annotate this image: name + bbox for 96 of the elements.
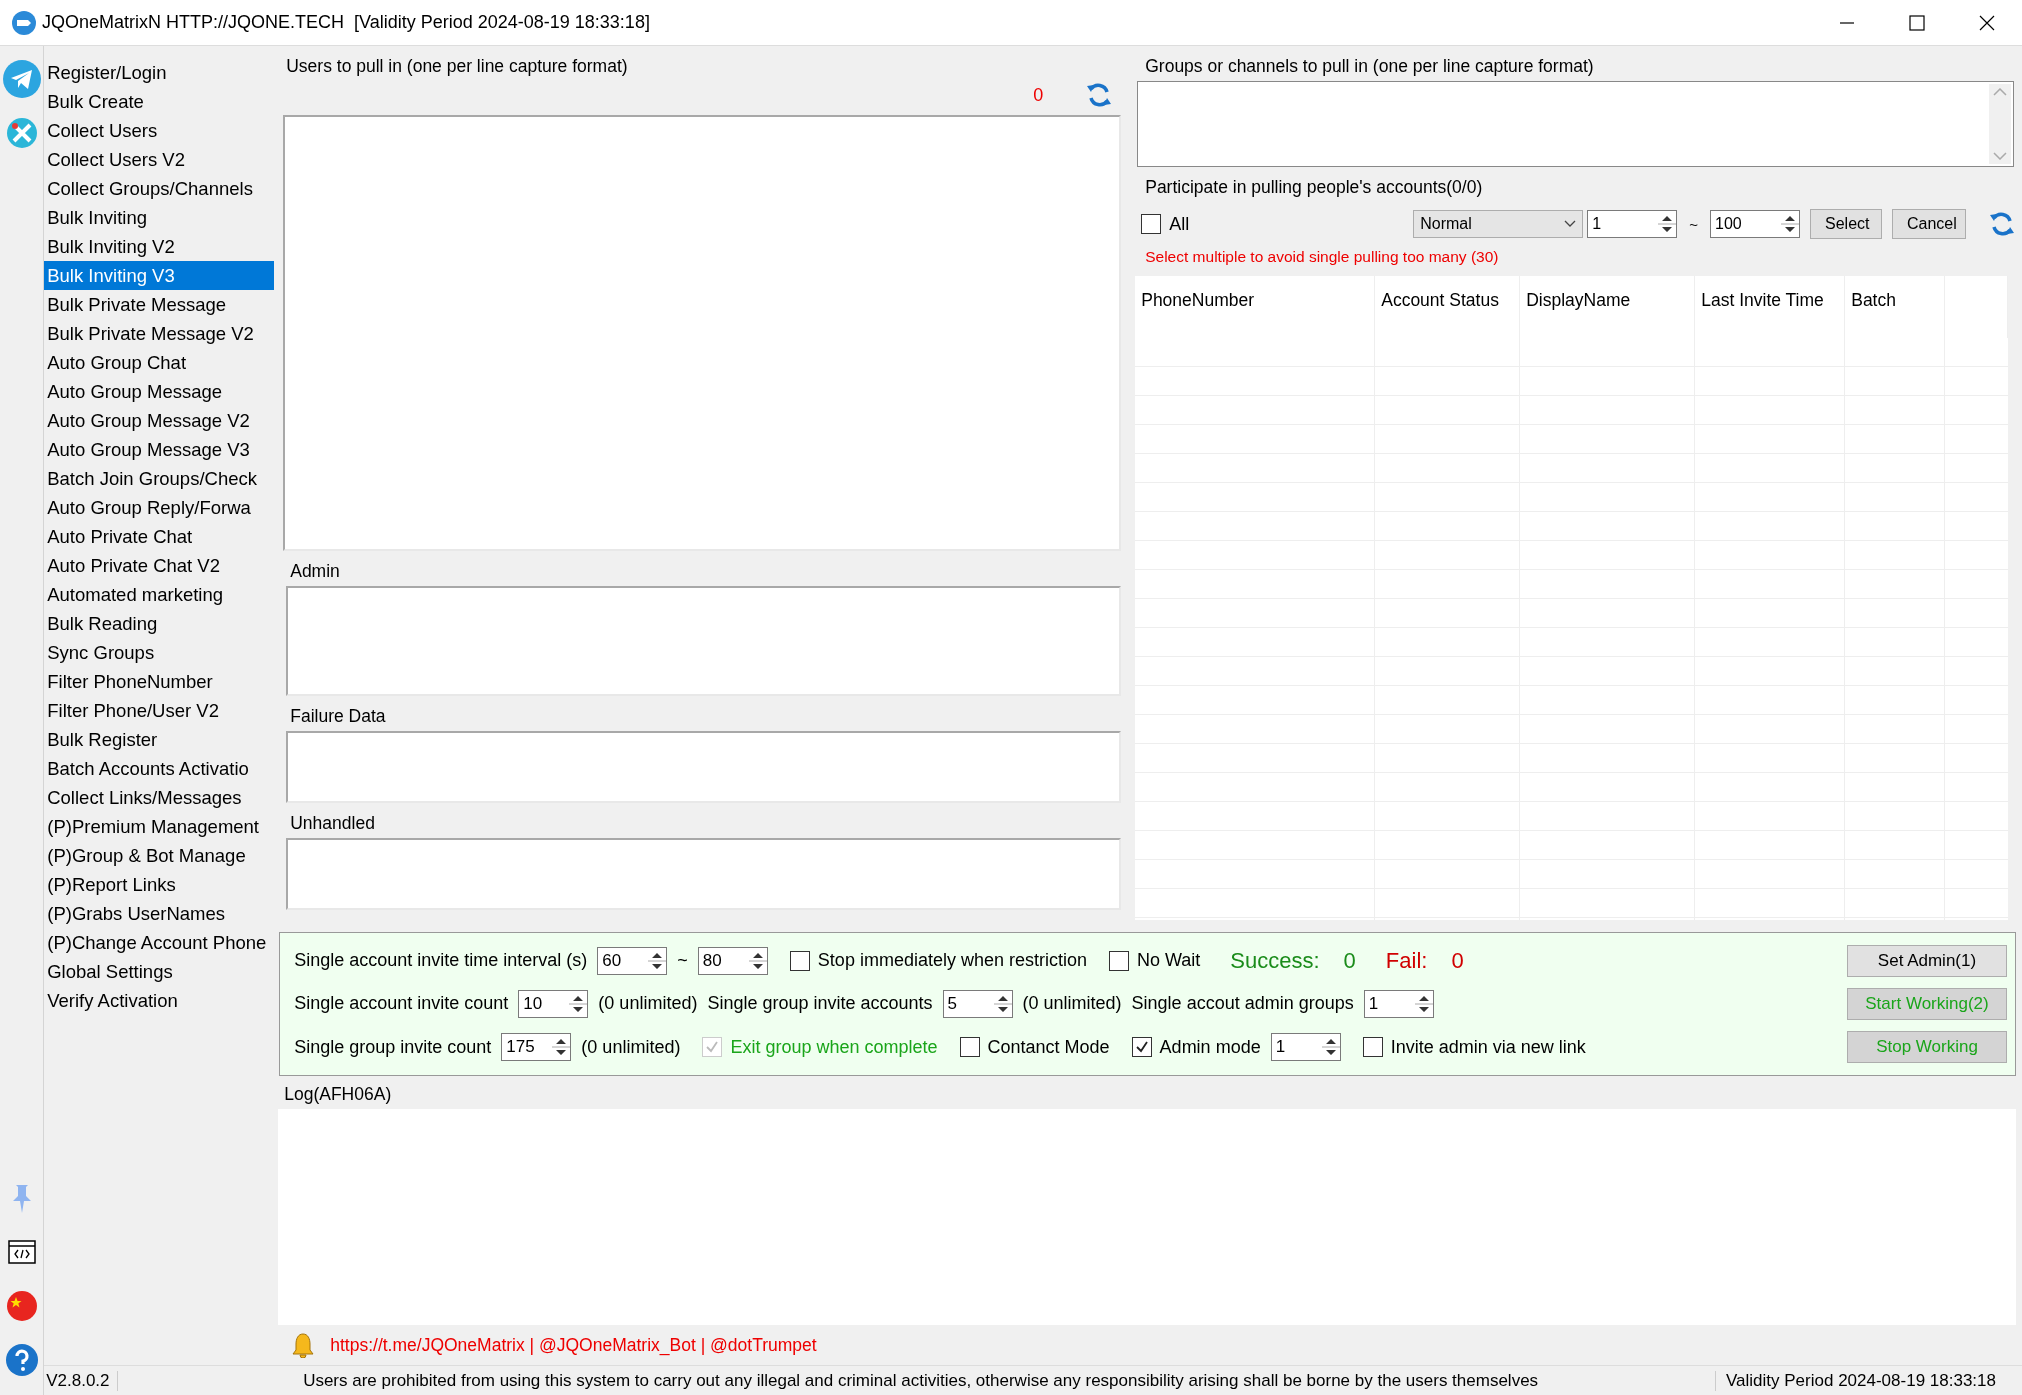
dropdown[interactable]: Normal	[1413, 210, 1584, 238]
sidebar-item[interactable]: (P)Premium Management	[44, 812, 275, 841]
sidebar-item[interactable]: Bulk Inviting V3	[44, 261, 275, 290]
checkbox-label: Invite admin via new link	[1390, 1036, 1586, 1058]
sidebar-item[interactable]: Bulk Create	[44, 87, 275, 116]
close-icon[interactable]	[1978, 13, 1996, 32]
checkbox-label: All	[1169, 213, 1190, 235]
app-logo-icon	[12, 10, 36, 35]
field-label: Single group invite count	[294, 1036, 492, 1058]
validity-text: Validity Period 2024-08-19 18:33:18	[1715, 1370, 2022, 1391]
sidebar-item[interactable]: (P)Grabs UserNames	[44, 899, 275, 928]
sidebar-item[interactable]: Sync Groups	[44, 638, 275, 667]
stat-value: 0	[1451, 947, 1464, 974]
field-label: Single account invite time interval (s)	[294, 950, 588, 972]
field-label: Single accout admin groups	[1131, 993, 1354, 1015]
sidebar-item[interactable]: Bulk Register	[44, 725, 275, 754]
sidebar-item[interactable]: Auto Group Chat	[44, 348, 275, 377]
sidebar-item[interactable]: Verify Activation	[44, 986, 275, 1015]
hint-text: ~	[677, 950, 688, 972]
sidebar-item[interactable]: Collect Links/Messages	[44, 783, 275, 812]
number-field[interactable]: 1	[1587, 210, 1678, 238]
checkbox-label: Stop immediately when restriction	[817, 950, 1087, 972]
bell-icon[interactable]	[292, 1332, 315, 1358]
refresh-icon[interactable]	[1988, 210, 2016, 238]
range-separator: ~	[1689, 215, 1698, 233]
sidebar-item[interactable]: (P)Group & Bot Manage	[44, 841, 275, 870]
action-button[interactable]: Select	[1810, 209, 1882, 239]
checkbox[interactable]	[1362, 1037, 1383, 1058]
field-label: Single account invite count	[294, 993, 509, 1015]
checkbox-label: Admin mode	[1159, 1036, 1261, 1058]
sidebar-item[interactable]: Automated marketing	[44, 580, 275, 609]
sidebar-item[interactable]: Collect Users V2	[44, 145, 275, 174]
sidebar-item[interactable]: Bulk Inviting V2	[44, 232, 275, 261]
hint-text: (0 unlimited)	[1022, 993, 1122, 1015]
sidebar-item[interactable]: (P)Report Links	[44, 870, 275, 899]
sidebar-item[interactable]: Auto Private Chat	[44, 522, 275, 551]
sidebar-item[interactable]: Filter PhoneNumber	[44, 667, 275, 696]
maximize-icon[interactable]	[1908, 13, 1926, 32]
refresh-icon[interactable]	[1085, 81, 1114, 109]
sidebar-item[interactable]: (P)Change Account Phone	[44, 928, 275, 957]
number-field[interactable]: 5	[942, 990, 1013, 1018]
number-field[interactable]: 100	[1710, 210, 1800, 238]
checkbox[interactable]	[959, 1037, 980, 1058]
window-title: JQOneMatrixN HTTP://JQONE.TECH [Validity Period 2024-08-19 18:33:18]	[42, 12, 651, 33]
sidebar-item[interactable]: Batch Join Groups/Check	[44, 464, 275, 493]
checkbox-label: No Wait	[1137, 950, 1201, 972]
action-button[interactable]: Cancel	[1892, 209, 1966, 239]
sidebar-item[interactable]: Auto Group Message V2	[44, 406, 275, 435]
number-field[interactable]: 175	[501, 1033, 572, 1062]
checkbox-label: Contanct Mode	[987, 1036, 1110, 1058]
sidebar-item[interactable]: Bulk Private Message	[44, 290, 275, 319]
user-count: 0	[1033, 84, 1044, 106]
group-title: Admin	[289, 560, 341, 583]
checkbox[interactable]	[789, 950, 810, 971]
sidebar-item[interactable]: Bulk Private Message V2	[44, 319, 275, 348]
group-title: Unhandled	[289, 812, 376, 835]
sidebar-item[interactable]: Global Settings	[44, 957, 275, 986]
checkbox[interactable]	[1131, 1037, 1152, 1058]
hint-text: Select multiple to avoid single pulling too many (30)	[1144, 247, 1500, 267]
caret-icon[interactable]	[1564, 220, 1577, 228]
number-field[interactable]: 10	[518, 990, 589, 1018]
sidebar-item[interactable]: Auto Group Message V3	[44, 435, 275, 464]
sidebar-item[interactable]: Auto Private Chat V2	[44, 551, 275, 580]
number-field[interactable]: 60	[597, 946, 668, 975]
group-title: Users to pull in (one per line capture format)	[285, 55, 629, 78]
text-area[interactable]	[1137, 81, 2014, 167]
sidebar-item[interactable]: Auto Group Reply/Forwa	[44, 493, 275, 522]
stat-label: Success:	[1230, 947, 1320, 974]
sidebar-item[interactable]: Collect Groups/Channels	[44, 174, 275, 203]
sidebar-item[interactable]: Bulk Inviting	[44, 203, 275, 232]
paper-plane-icon[interactable]	[2, 60, 41, 98]
contact-links[interactable]: https://t.me/JQOneMatrix | @JQOneMatrix_Bot | @dotTrumpet	[330, 1334, 817, 1356]
version-text: V2.8.0.2	[44, 1370, 119, 1391]
action-button[interactable]: Set Admin(1)	[1847, 944, 2007, 977]
hint-text: (0 unlimited)	[581, 1036, 681, 1058]
group-title: Participate in pulling people's accounts(0/0)	[1144, 176, 1484, 199]
checkbox[interactable]	[1141, 214, 1162, 234]
sidebar-item[interactable]: Batch Accounts Activatio	[44, 754, 275, 783]
sidebar-item[interactable]: Filter Phone/User V2	[44, 696, 275, 725]
group-title: Failure Data	[289, 705, 387, 728]
number-field[interactable]: 1	[1363, 990, 1434, 1018]
number-field[interactable]: 80	[697, 946, 768, 975]
group-title: Log(AFH06A)	[283, 1083, 393, 1106]
sidebar-item[interactable]: Collect Users	[44, 116, 275, 145]
sidebar-item[interactable]: Auto Group Message	[44, 377, 275, 406]
notice-text: Users are prohibited from using this system to carry out any illegal and criminal activities, otherwise any responsibility arising shall be borne by the users themselves	[302, 1370, 1540, 1391]
hint-text: (0 unlimited)	[598, 993, 698, 1015]
field-label: Single group invite accounts	[707, 993, 933, 1015]
sidebar-item[interactable]: Bulk Reading	[44, 609, 275, 638]
checkbox-label: Exit group when complete	[730, 1036, 938, 1058]
stat-value: 0	[1343, 947, 1356, 974]
stat-label: Fail:	[1385, 947, 1428, 974]
group-title: Groups or channels to pull in (one per line capture format)	[1144, 55, 1595, 78]
sidebar-item[interactable]: Register/Login	[44, 58, 275, 87]
number-field[interactable]: 1	[1270, 1033, 1341, 1062]
checkbox[interactable]	[1109, 950, 1129, 971]
